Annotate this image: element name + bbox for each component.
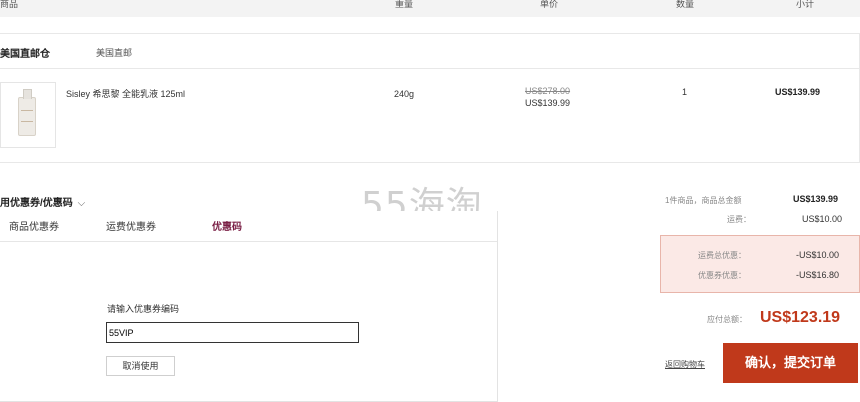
coupon-toggle-label: 用优惠券/优惠码 [0, 198, 73, 209]
original-price: US$278.00 [525, 86, 571, 96]
shipping-label: 运费： [727, 215, 751, 224]
coupon-panel: 商品优惠券 运费优惠券 优惠码 请输入优惠券编码 取消使用 [0, 211, 498, 402]
payable-value: US$123.19 [760, 309, 841, 326]
col-weight-header: 重量 [395, 0, 414, 9]
table-header: 商品 重量 单价 数量 小计 [0, 0, 860, 17]
table-row: Sisley 希思黎 全能乳液 125ml 240g US$278.00 US$… [0, 69, 859, 161]
items-total-label: 1件商品，商品总金额 [665, 196, 742, 205]
product-thumbnail[interactable] [0, 82, 56, 148]
chevron-down-icon: ⌵ [77, 198, 86, 209]
warehouse-row: 美国直邮仓 美国直邮 [0, 34, 859, 69]
submit-order-button[interactable]: 确认，提交订单 [723, 343, 858, 383]
payable-label: 应付总额： [707, 315, 747, 324]
coupon-discount-value: -US$16.80 [796, 270, 840, 280]
unit-price: US$139.99 [525, 98, 571, 108]
tab-shipping-coupon[interactable]: 运费优惠券 [106, 218, 156, 238]
shipping-value: US$10.00 [802, 214, 843, 224]
item-subtotal: US$139.99 [775, 87, 821, 97]
tab-product-coupon[interactable]: 商品优惠券 [9, 218, 59, 238]
product-weight: 240g [394, 89, 415, 99]
cancel-promo-button[interactable]: 取消使用 [106, 356, 175, 376]
lotion-bottle-icon [18, 89, 36, 136]
tab-promo-code[interactable]: 优惠码 [212, 218, 242, 238]
warehouse-subtitle: 美国直邮 [96, 48, 133, 58]
col-quantity-header: 数量 [676, 0, 695, 9]
order-items-box: 美国直邮仓 美国直邮 Sisley 希思黎 全能乳液 125ml 240g US… [0, 33, 860, 163]
shipping-discount-label: 运费总优惠： [698, 251, 746, 260]
discount-summary-box: 运费总优惠： -US$10.00 优惠券优惠： -US$16.80 [660, 235, 860, 293]
back-to-cart-link[interactable]: 返回购物车 [665, 359, 705, 370]
coupon-tabs: 商品优惠券 运费优惠券 优惠码 [0, 218, 497, 242]
promo-code-label: 请输入优惠券编码 [107, 304, 180, 314]
coupon-toggle[interactable]: 用优惠券/优惠码 ⌵ [0, 194, 85, 209]
coupon-discount-label: 优惠券优惠： [698, 271, 746, 280]
shipping-discount-value: -US$10.00 [796, 250, 840, 260]
promo-code-input[interactable] [106, 322, 359, 343]
col-unit-price-header: 单价 [540, 0, 559, 9]
product-name-link[interactable]: Sisley 希思黎 全能乳液 125ml [66, 87, 185, 100]
warehouse-title: 美国直邮仓 [0, 49, 50, 60]
col-product-header: 商品 [0, 0, 19, 9]
items-total-value: US$139.99 [793, 194, 839, 204]
col-subtotal-header: 小计 [796, 0, 815, 9]
item-quantity: 1 [682, 87, 688, 97]
